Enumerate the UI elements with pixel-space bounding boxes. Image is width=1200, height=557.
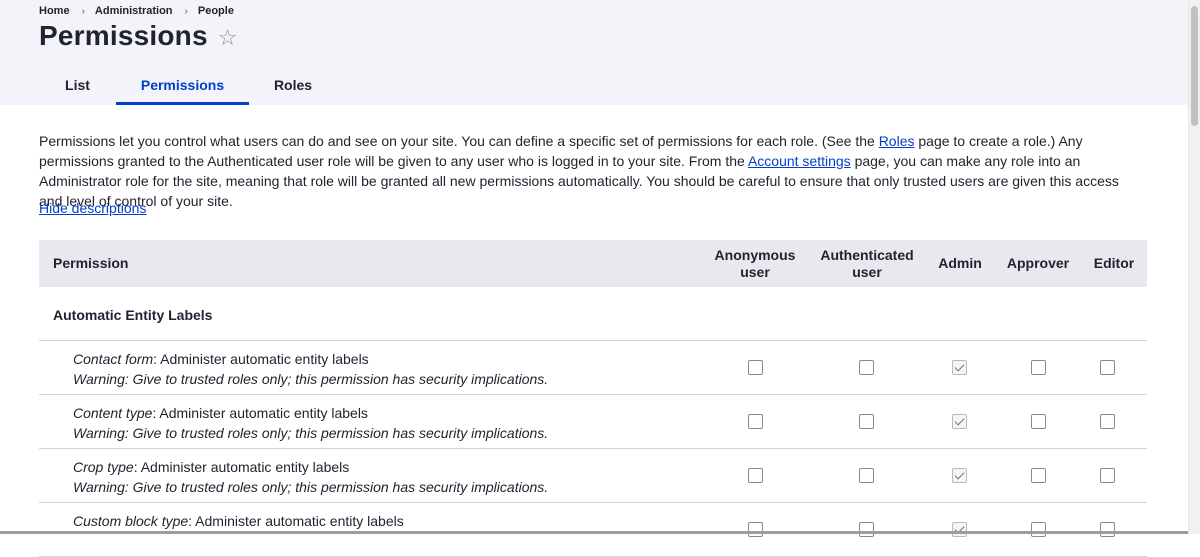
permissions-table: Permission Anonymous user Authenticated … xyxy=(39,240,1147,557)
checkbox-approver[interactable] xyxy=(1031,522,1046,537)
checkbox-authenticated[interactable] xyxy=(859,360,874,375)
primary-tabs: List Permissions Roles xyxy=(39,65,337,105)
checkbox-anonymous[interactable] xyxy=(748,468,763,483)
entity-type: Contact form xyxy=(73,351,154,367)
breadcrumb-administration[interactable]: Administration xyxy=(95,5,173,17)
checkbox-admin[interactable] xyxy=(952,522,967,537)
checkbox-authenticated[interactable] xyxy=(859,522,874,537)
tab-roles[interactable]: Roles xyxy=(249,65,337,105)
page-title: Permissions xyxy=(39,20,208,51)
permissions-description: Permissions let you control what users c… xyxy=(39,131,1139,211)
breadcrumb-separator-icon: › xyxy=(184,5,188,17)
checkbox-authenticated[interactable] xyxy=(859,414,874,429)
table-header: Permission Anonymous user Authenticated … xyxy=(39,240,1147,287)
tab-list[interactable]: List xyxy=(39,65,116,105)
module-name: Automatic Entity Labels xyxy=(53,307,213,323)
permission-description: Crop type: Administer automatic entity l… xyxy=(73,457,548,497)
account-settings-link[interactable]: Account settings xyxy=(748,153,851,169)
permission-label: Contact form: Administer automatic entit… xyxy=(73,349,548,369)
checkbox-admin[interactable] xyxy=(952,468,967,483)
hide-descriptions-link[interactable]: Hide descriptions xyxy=(39,200,146,216)
checkbox-authenticated[interactable] xyxy=(859,468,874,483)
checkbox-admin[interactable] xyxy=(952,414,967,429)
checkbox-admin[interactable] xyxy=(952,360,967,375)
permission-description: Contact form: Administer automatic entit… xyxy=(73,349,548,389)
breadcrumb-home[interactable]: Home xyxy=(39,5,70,17)
permission-warning: Warning: Give to trusted roles only; thi… xyxy=(73,425,549,441)
entity-type: Content type xyxy=(73,405,153,421)
table-row: Contact form: Administer automatic entit… xyxy=(39,341,1147,395)
column-header-authenticated: Authenticated user xyxy=(815,240,919,287)
permission-title: : Administer automatic entity labels xyxy=(152,405,368,421)
table-row: Custom block type: Administer automatic … xyxy=(39,503,1147,557)
checkbox-editor[interactable] xyxy=(1100,522,1115,537)
module-row: Automatic Entity Labels xyxy=(39,287,1147,341)
column-header-permission: Permission xyxy=(53,255,129,271)
title-row: Permissions ☆ xyxy=(39,20,237,52)
scrollbar-thumb[interactable] xyxy=(1191,6,1198,126)
column-header-approver: Approver xyxy=(1006,255,1070,271)
breadcrumb: Home › Administration › People xyxy=(39,5,234,17)
permission-title: : Administer automatic entity labels xyxy=(153,351,369,367)
column-header-admin: Admin xyxy=(938,255,982,271)
checkbox-approver[interactable] xyxy=(1031,414,1046,429)
checkbox-approver[interactable] xyxy=(1031,360,1046,375)
page-header: Home › Administration › People Permissio… xyxy=(0,0,1200,105)
column-header-label: Authenticated user xyxy=(820,246,914,280)
entity-type: Crop type xyxy=(73,459,134,475)
checkbox-editor[interactable] xyxy=(1100,468,1115,483)
tab-permissions[interactable]: Permissions xyxy=(116,65,249,105)
roles-link[interactable]: Roles xyxy=(879,133,915,149)
star-icon[interactable]: ☆ xyxy=(218,27,238,49)
permission-description: Content type: Administer automatic entit… xyxy=(73,403,548,443)
permission-warning: Warning: Give to trusted roles only; thi… xyxy=(73,371,549,387)
checkbox-editor[interactable] xyxy=(1100,360,1115,375)
page-scrollbar[interactable] xyxy=(1188,0,1200,534)
permission-title: : Administer automatic entity labels xyxy=(188,513,404,529)
checkbox-editor[interactable] xyxy=(1100,414,1115,429)
permission-rows: Contact form: Administer automatic entit… xyxy=(39,341,1147,557)
breadcrumb-separator-icon: › xyxy=(81,5,85,17)
checkbox-anonymous[interactable] xyxy=(748,522,763,537)
column-header-label: Anonymous user xyxy=(714,246,796,280)
permission-label: Crop type: Administer automatic entity l… xyxy=(73,457,548,477)
permission-warning: Warning: Give to trusted roles only; thi… xyxy=(73,479,549,495)
permission-label: Custom block type: Administer automatic … xyxy=(73,511,404,531)
description-text: Permissions let you control what users c… xyxy=(39,133,879,149)
permission-description: Custom block type: Administer automatic … xyxy=(73,511,404,531)
permission-label: Content type: Administer automatic entit… xyxy=(73,403,548,423)
checkbox-anonymous[interactable] xyxy=(748,360,763,375)
table-row: Crop type: Administer automatic entity l… xyxy=(39,449,1147,503)
entity-type: Custom block type xyxy=(73,513,189,529)
table-row: Content type: Administer automatic entit… xyxy=(39,395,1147,449)
permission-title: : Administer automatic entity labels xyxy=(133,459,350,475)
checkbox-approver[interactable] xyxy=(1031,468,1046,483)
column-header-anonymous: Anonymous user xyxy=(703,240,807,287)
breadcrumb-people[interactable]: People xyxy=(198,5,234,17)
column-header-editor: Editor xyxy=(1093,255,1135,271)
checkbox-anonymous[interactable] xyxy=(748,414,763,429)
